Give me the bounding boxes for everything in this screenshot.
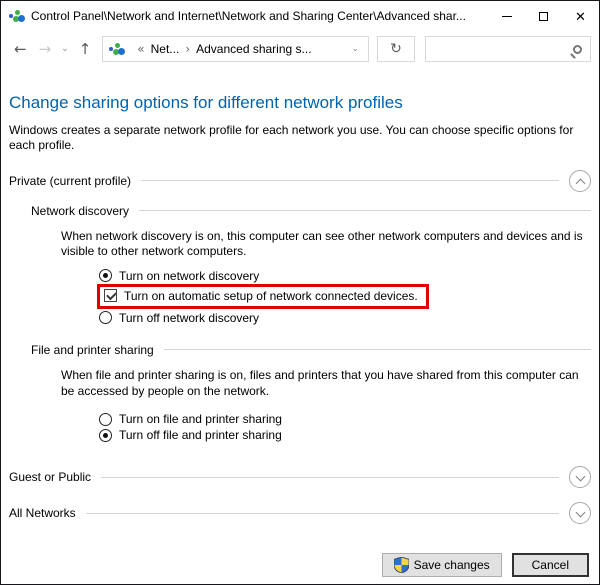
titlebar: Control Panel\Network and Internet\Netwo… — [1, 1, 599, 31]
radio-label: Turn on network discovery — [119, 268, 260, 283]
highlighted-checkbox-row[interactable]: Turn on automatic setup of network conne… — [97, 283, 429, 309]
up-button[interactable]: ↑ — [74, 40, 97, 58]
radio-turn-on-file-printer-sharing[interactable]: Turn on file and printer sharing — [99, 412, 591, 426]
breadcrumb-advanced-sharing[interactable]: Advanced sharing s... — [196, 42, 311, 56]
uac-shield-icon — [393, 557, 409, 573]
close-icon: ✕ — [575, 8, 586, 24]
cancel-label: Cancel — [531, 558, 569, 572]
radio-label: Turn on file and printer sharing — [119, 412, 282, 427]
save-changes-button[interactable]: Save changes — [381, 553, 502, 577]
radio-button-icon[interactable] — [99, 428, 112, 442]
section-all-networks: All Networks — [9, 502, 591, 525]
address-dropdown-icon[interactable]: ⌄ — [348, 44, 362, 54]
main-content: Change sharing options for different net… — [1, 93, 599, 525]
window-title: Control Panel\Network and Internet\Netwo… — [31, 9, 466, 23]
section-guest-label: Guest or Public — [9, 470, 92, 485]
divider — [101, 476, 559, 478]
radio-turn-off-file-printer-sharing[interactable]: Turn off file and printer sharing — [99, 428, 591, 442]
refresh-button[interactable]: ↻ — [377, 36, 415, 62]
breadcrumb-network-sharing[interactable]: Net... — [151, 42, 180, 56]
search-box[interactable] — [425, 36, 591, 62]
refresh-icon: ↻ — [390, 41, 402, 57]
breadcrumb-separator-icon[interactable]: › — [185, 42, 190, 56]
divider — [85, 512, 559, 514]
network-sharing-icon — [9, 9, 25, 24]
radio-label: Turn off file and printer sharing — [119, 428, 282, 443]
section-private: Private (current profile) — [9, 169, 591, 192]
close-button[interactable]: ✕ — [562, 1, 599, 31]
file-printer-description: When file and printer sharing is on, fil… — [61, 367, 579, 398]
checkbox-label: Turn on automatic setup of network conne… — [124, 288, 418, 303]
chevron-down-icon — [575, 507, 586, 518]
back-button[interactable]: ← — [9, 40, 32, 58]
subsection-file-printer-sharing: File and printer sharing — [31, 343, 591, 357]
chevron-up-icon — [575, 178, 586, 189]
radio-turn-off-network-discovery[interactable]: Turn off network discovery — [99, 311, 591, 325]
divider — [139, 210, 591, 212]
file-printer-sharing-label: File and printer sharing — [31, 342, 154, 357]
checkbox-icon[interactable] — [104, 289, 117, 303]
search-input[interactable] — [434, 42, 573, 56]
radio-turn-on-network-discovery[interactable]: Turn on network discovery — [99, 269, 591, 283]
recent-pages-dropdown-icon[interactable]: ⌄ — [58, 44, 72, 54]
page-intro: Windows creates a separate network profi… — [9, 123, 574, 153]
advanced-sharing-settings-window: Control Panel\Network and Internet\Netwo… — [0, 0, 600, 585]
radio-label: Turn off network discovery — [119, 310, 260, 325]
search-icon[interactable] — [573, 44, 582, 54]
forward-button[interactable]: → — [34, 40, 57, 58]
expand-guest-button[interactable] — [569, 466, 591, 489]
chevron-down-icon — [575, 471, 586, 482]
breadcrumb-overflow-icon[interactable]: « — [137, 42, 144, 56]
minimize-button[interactable] — [488, 1, 525, 31]
divider — [141, 180, 559, 182]
cancel-button[interactable]: Cancel — [511, 553, 589, 577]
save-changes-label: Save changes — [413, 558, 490, 572]
divider — [163, 349, 591, 351]
navigation-bar: ← → ⌄ ↑ « Net... › Advanced sharing s...… — [1, 31, 599, 67]
page-title: Change sharing options for different net… — [9, 93, 403, 112]
address-bar[interactable]: « Net... › Advanced sharing s... ⌄ — [102, 36, 369, 62]
section-private-label: Private (current profile) — [9, 173, 132, 188]
maximize-icon — [539, 11, 548, 21]
network-sharing-icon — [109, 42, 126, 57]
minimize-icon — [501, 15, 512, 17]
network-discovery-label: Network discovery — [31, 203, 130, 218]
section-all-networks-label: All Networks — [9, 506, 76, 521]
radio-button-icon[interactable] — [99, 269, 112, 283]
network-discovery-description: When network discovery is on, this compu… — [61, 228, 583, 259]
radio-button-icon[interactable] — [99, 311, 112, 325]
expand-all-networks-button[interactable] — [569, 502, 591, 525]
collapse-private-button[interactable] — [569, 169, 591, 192]
maximize-button[interactable] — [525, 1, 562, 31]
radio-button-icon[interactable] — [99, 412, 112, 426]
private-section-body: Network discovery When network discovery… — [9, 204, 591, 442]
subsection-network-discovery: Network discovery — [31, 204, 591, 218]
footer-buttons: Save changes Cancel — [381, 553, 589, 577]
section-guest-or-public: Guest or Public — [9, 466, 591, 489]
